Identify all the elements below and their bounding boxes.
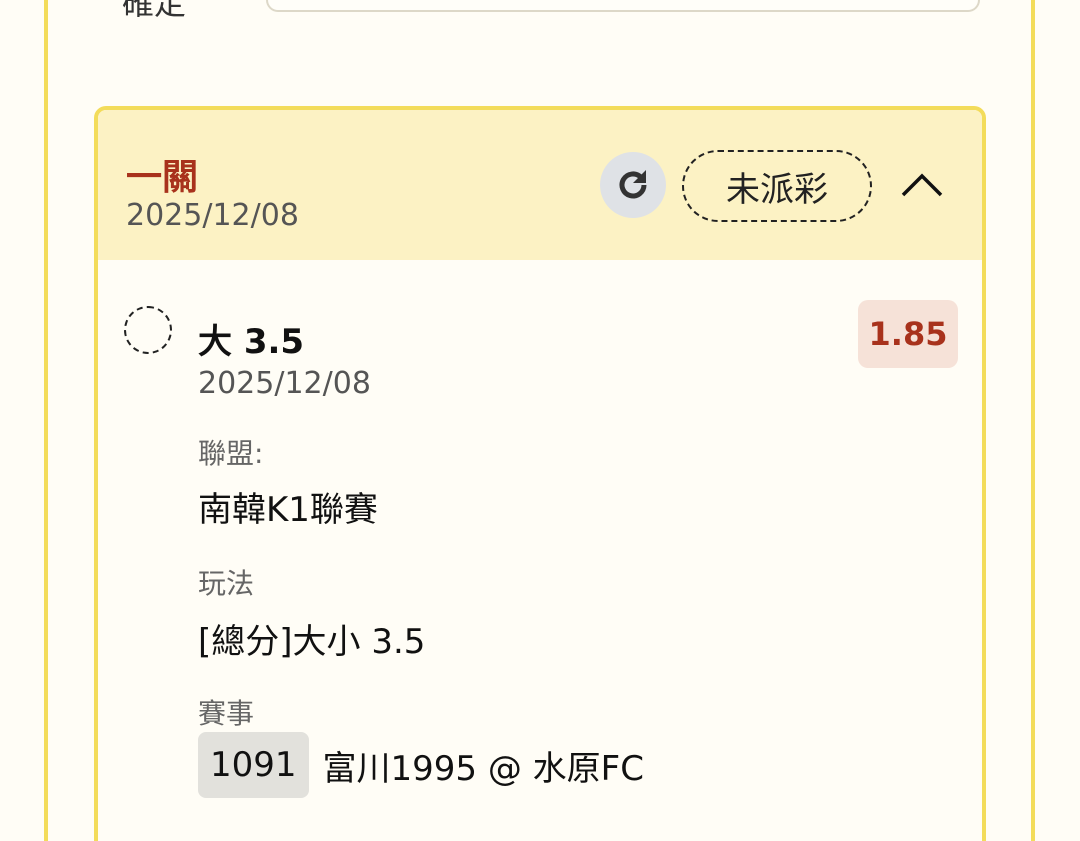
selection-date: 2025/12/08: [198, 366, 371, 401]
bet-date: 2025/12/08: [126, 198, 299, 233]
bet-record-page: 確定 一關 2025/12/08 未派彩 大 3.5 2025/12/08 1.…: [0, 0, 1080, 841]
top-field-label: 確定: [122, 0, 187, 22]
match-number-badge: 1091: [198, 732, 309, 798]
league-value: 南韓K1聯賽: [198, 490, 378, 530]
play-label: 玩法: [198, 567, 255, 600]
refresh-button[interactable]: [600, 152, 666, 218]
match-label: 賽事: [198, 697, 255, 730]
payout-status-badge: 未派彩: [682, 150, 872, 222]
odds-badge: 1.85: [858, 300, 958, 368]
frame-left-border: [44, 0, 48, 841]
bet-card: 一關 2025/12/08 未派彩 大 3.5 2025/12/08 1.85 …: [94, 106, 986, 841]
bet-card-body: 大 3.5 2025/12/08 1.85 聯盟: 南韓K1聯賽 玩法 [總分]…: [98, 260, 982, 841]
selection-name: 大 3.5: [198, 322, 305, 362]
play-value: [總分]大小 3.5: [198, 622, 426, 662]
bet-card-header[interactable]: 一關 2025/12/08 未派彩: [98, 110, 982, 260]
pending-circle-icon: [124, 306, 172, 354]
bet-type-title: 一關: [126, 157, 199, 198]
league-label: 聯盟:: [198, 437, 264, 470]
match-teams: 富川1995 @ 水原FC: [322, 748, 644, 789]
match-row: 1091 富川1995 @ 水原FC: [198, 732, 644, 798]
collapse-button[interactable]: [894, 160, 950, 210]
refresh-icon: [619, 170, 647, 199]
chevron-up-icon: [901, 173, 943, 197]
top-field-input[interactable]: [266, 0, 980, 12]
frame-right-border: [1031, 0, 1035, 841]
